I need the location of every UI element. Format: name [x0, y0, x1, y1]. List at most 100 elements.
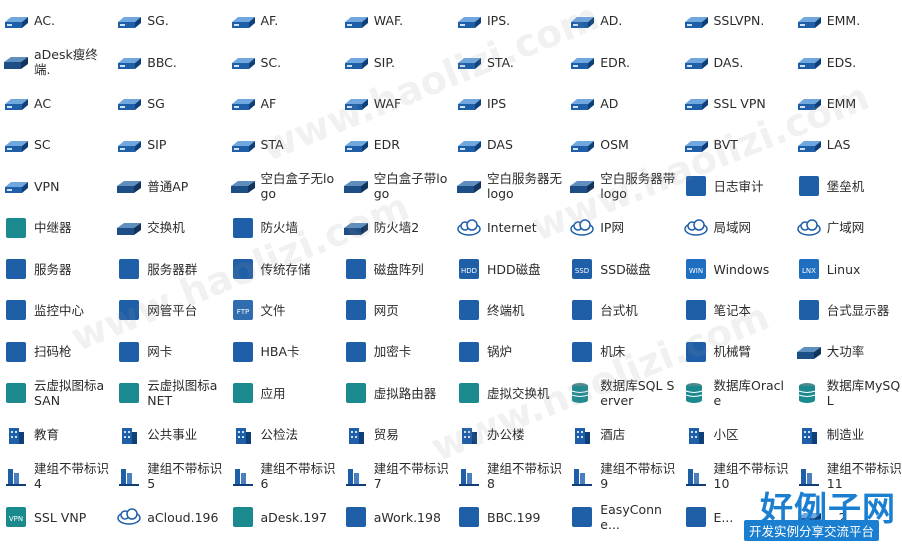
icon-tile[interactable]: aDesk瘦终端.: [0, 41, 113, 82]
icon-tile[interactable]: SIP.: [340, 41, 453, 82]
icon-tile[interactable]: 公检法: [227, 414, 340, 455]
icon-tile[interactable]: 加密卡: [340, 331, 453, 372]
icon-tile[interactable]: 台式显示器: [793, 290, 902, 331]
icon-tile[interactable]: 云虚拟图标aSAN: [0, 373, 113, 414]
icon-tile[interactable]: 机床: [566, 331, 679, 372]
icon-tile[interactable]: 终端机: [453, 290, 566, 331]
icon-tile[interactable]: 防火墙: [227, 207, 340, 248]
icon-tile[interactable]: DAS.: [680, 41, 793, 82]
icon-tile[interactable]: 机械臂: [680, 331, 793, 372]
icon-tile[interactable]: STA.: [453, 41, 566, 82]
icon-tile[interactable]: 台式机: [566, 290, 679, 331]
icon-tile[interactable]: 办公楼: [453, 414, 566, 455]
icon-tile[interactable]: 网管平台: [113, 290, 226, 331]
icon-tile[interactable]: 公共事业: [113, 414, 226, 455]
icon-tile[interactable]: 空白服务器无logo: [453, 166, 566, 207]
icon-tile[interactable]: 锅炉: [453, 331, 566, 372]
icon-tile[interactable]: OSM: [566, 124, 679, 165]
icon-tile[interactable]: IP网: [566, 207, 679, 248]
icon-tile[interactable]: 监控中心: [0, 290, 113, 331]
icon-tile[interactable]: 酒店: [566, 414, 679, 455]
icon-tile[interactable]: AD: [566, 83, 679, 124]
icon-tile[interactable]: WAF: [340, 83, 453, 124]
icon-tile[interactable]: aCloud.196: [113, 497, 226, 538]
icon-tile[interactable]: BVT: [680, 124, 793, 165]
icon-tile[interactable]: 建组不带标识7: [340, 455, 453, 496]
icon-tile[interactable]: EDR: [340, 124, 453, 165]
icon-tile[interactable]: EDR.: [566, 41, 679, 82]
icon-tile[interactable]: AC.: [0, 0, 113, 41]
icon-tile[interactable]: EDS.: [793, 41, 902, 82]
icon-tile[interactable]: IPS.: [453, 0, 566, 41]
icon-tile[interactable]: SSD SSD磁盘: [566, 248, 679, 289]
icon-tile[interactable]: LNX Linux: [793, 248, 902, 289]
icon-tile[interactable]: 建组不带标识4: [0, 455, 113, 496]
icon-tile[interactable]: STA: [227, 124, 340, 165]
icon-tile[interactable]: 制造业: [793, 414, 902, 455]
icon-tile[interactable]: SSLVPN.: [680, 0, 793, 41]
icon-tile[interactable]: 贸易: [340, 414, 453, 455]
icon-tile[interactable]: 广域网: [793, 207, 902, 248]
icon-tile[interactable]: 笔记本: [680, 290, 793, 331]
icon-tile[interactable]: aDesk.197: [227, 497, 340, 538]
icon-tile[interactable]: 网卡: [113, 331, 226, 372]
icon-tile[interactable]: 数据库Oracle: [680, 373, 793, 414]
icon-tile[interactable]: VPN SSL VNP: [0, 497, 113, 538]
icon-tile[interactable]: 建组不带标识5: [113, 455, 226, 496]
icon-tile[interactable]: SG.: [113, 0, 226, 41]
icon-tile[interactable]: SC.: [227, 41, 340, 82]
icon-tile[interactable]: VPN: [0, 166, 113, 207]
icon-tile[interactable]: HDD HDD磁盘: [453, 248, 566, 289]
icon-tile[interactable]: 小区: [680, 414, 793, 455]
icon-tile[interactable]: 教育: [0, 414, 113, 455]
icon-tile[interactable]: BBC.199: [453, 497, 566, 538]
icon-tile[interactable]: 网页: [340, 290, 453, 331]
icon-tile[interactable]: IPS: [453, 83, 566, 124]
icon-tile[interactable]: DAS: [453, 124, 566, 165]
icon-tile[interactable]: 普通AP: [113, 166, 226, 207]
icon-tile[interactable]: SG: [113, 83, 226, 124]
icon-tile[interactable]: AD.: [566, 0, 679, 41]
icon-tile[interactable]: 建组不带标识6: [227, 455, 340, 496]
icon-tile[interactable]: aWork.198: [340, 497, 453, 538]
icon-tile[interactable]: 建组不带标识8: [453, 455, 566, 496]
icon-tile[interactable]: 防火墙2: [340, 207, 453, 248]
icon-tile[interactable]: 堡垒机: [793, 166, 902, 207]
icon-tile[interactable]: Internet: [453, 207, 566, 248]
icon-tile[interactable]: FTP 文件: [227, 290, 340, 331]
icon-tile[interactable]: 数据库SQL Server: [566, 373, 679, 414]
icon-tile[interactable]: 应用: [227, 373, 340, 414]
icon-tile[interactable]: AF: [227, 83, 340, 124]
icon-tile[interactable]: LAS: [793, 124, 902, 165]
icon-tile[interactable]: 空白盒子无logo: [227, 166, 340, 207]
icon-tile[interactable]: 中继器: [0, 207, 113, 248]
icon-tile[interactable]: 数据库MySQL: [793, 373, 902, 414]
icon-tile[interactable]: 传统存储: [227, 248, 340, 289]
icon-tile[interactable]: 扫码枪: [0, 331, 113, 372]
icon-tile[interactable]: 空白盒子带logo: [340, 166, 453, 207]
icon-tile[interactable]: 虚拟路由器: [340, 373, 453, 414]
icon-tile[interactable]: 日志审计: [680, 166, 793, 207]
icon-tile[interactable]: 服务器: [0, 248, 113, 289]
icon-tile[interactable]: AC: [0, 83, 113, 124]
icon-tile[interactable]: 虚拟交换机: [453, 373, 566, 414]
icon-tile[interactable]: 磁盘阵列: [340, 248, 453, 289]
icon-tile[interactable]: EMM.: [793, 0, 902, 41]
icon-tile[interactable]: AF.: [227, 0, 340, 41]
icon-tile[interactable]: 空白服务器带logo: [566, 166, 679, 207]
icon-tile[interactable]: BBC.: [113, 41, 226, 82]
icon-tile[interactable]: SC: [0, 124, 113, 165]
icon-tile[interactable]: 服务器群: [113, 248, 226, 289]
icon-tile[interactable]: WAF.: [340, 0, 453, 41]
icon-tile[interactable]: 云虚拟图标aNET: [113, 373, 226, 414]
icon-tile[interactable]: 建组不带标识9: [566, 455, 679, 496]
icon-tile[interactable]: 大功率: [793, 331, 902, 372]
icon-tile[interactable]: SSL VPN: [680, 83, 793, 124]
icon-tile[interactable]: 交换机: [113, 207, 226, 248]
icon-tile[interactable]: EMM: [793, 83, 902, 124]
icon-tile[interactable]: EasyConne...: [566, 497, 679, 538]
icon-tile[interactable]: WIN Windows: [680, 248, 793, 289]
icon-tile[interactable]: 局域网: [680, 207, 793, 248]
icon-tile[interactable]: SIP: [113, 124, 226, 165]
icon-tile[interactable]: HBA卡: [227, 331, 340, 372]
